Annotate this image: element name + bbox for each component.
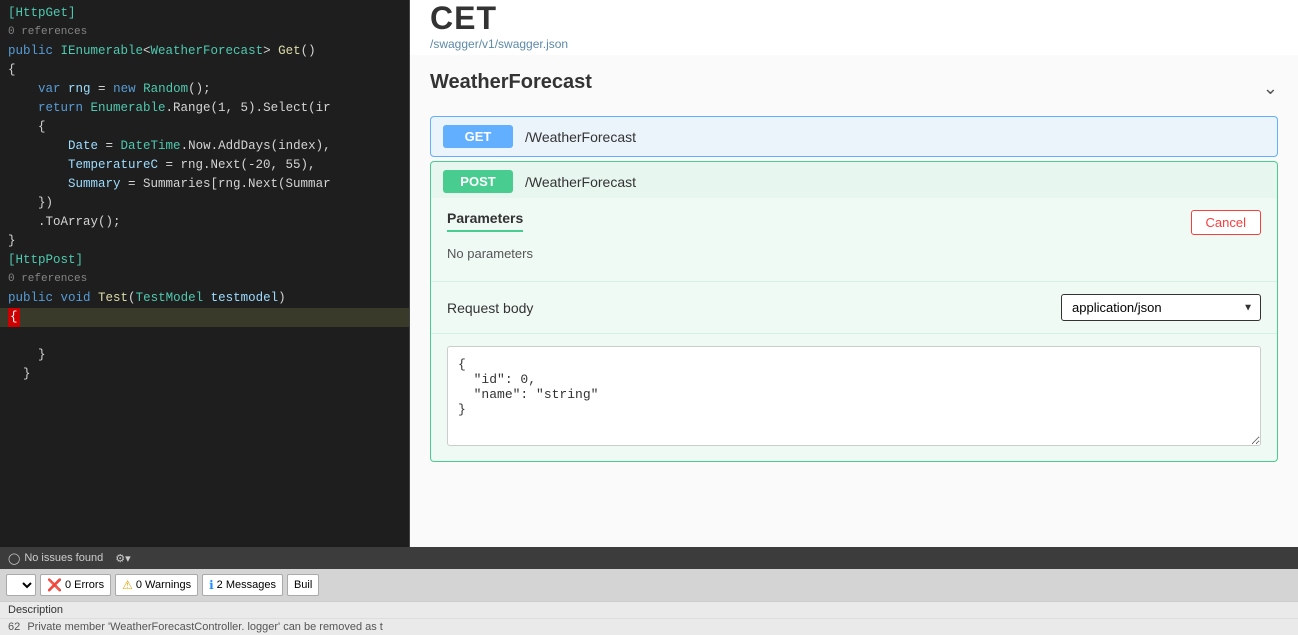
chevron-down-icon[interactable]: ⌄ [1263,78,1278,99]
bottom-section: ◯ No issues found ⚙ ▾ ❌ 0 Errors ⚠ 0 War… [0,547,1298,635]
post-endpoint-container: POST /WeatherForecast Parameters No para… [430,161,1278,462]
code-line: 0 references [0,270,409,289]
warning-icon: ⚠ [122,578,133,592]
post-method-badge: POST [443,170,513,193]
swagger-link[interactable]: /swagger/v1/swagger.json [430,37,568,51]
error-icon: ❌ [47,578,62,592]
build-tools-bar: ❌ 0 Errors ⚠ 0 Warnings ℹ 2 Messages Bui… [0,569,1298,601]
description-text: Private member 'WeatherForecastControlle… [27,621,383,633]
section-header: WeatherForecast ⌄ [430,71,1278,106]
description-content: 62 Private member 'WeatherForecastContro… [0,618,1298,635]
swagger-top: CET /swagger/v1/swagger.json [410,0,1298,55]
info-icon: ℹ [209,578,214,592]
json-body-section: { "id": 0, "name": "string" } [431,334,1277,461]
post-endpoint-path: /WeatherForecast [525,174,636,190]
gear-icon: ⚙ [115,552,125,565]
type: IEnumerable [61,42,144,61]
content-type-select[interactable]: application/json [1061,294,1261,321]
description-bar: Description [0,601,1298,618]
status-check-icon: ◯ [8,552,20,565]
code-line: } [0,346,409,365]
code-line [0,327,409,346]
parameters-tab[interactable]: Parameters [447,210,523,232]
request-body-label: Request body [447,300,533,316]
keyword: public [8,42,61,61]
code-line: } [0,232,409,251]
code-line: { [0,118,409,137]
gear-button[interactable]: ⚙ ▾ [111,551,134,566]
errors-text: 0 Errors [65,579,104,591]
code-line: return Enumerable.Range(1, 5).Select(ir [0,99,409,118]
request-body-row: Request body application/json [431,282,1277,334]
code-editor: [HttpGet] 0 references public IEnumerabl… [0,0,410,547]
build-dropdown[interactable] [6,574,36,596]
description-label: Description [8,604,63,616]
swagger-content: WeatherForecast ⌄ GET /WeatherForecast P… [410,55,1298,486]
post-expanded: Parameters No parameters Cancel Request … [430,198,1278,462]
code-line: [HttpGet] [0,4,409,23]
post-endpoint-row[interactable]: POST /WeatherForecast [430,161,1278,202]
line-number: 62 [8,621,20,633]
messages-badge[interactable]: ℹ 2 Messages [202,574,283,596]
no-issues-text: No issues found [24,552,103,564]
code-line: Summary = Summaries[rng.Next(Summar [0,175,409,194]
code-line: public IEnumerable<WeatherForecast> Get(… [0,42,409,61]
warnings-text: 0 Warnings [136,579,191,591]
messages-text: 2 Messages [217,579,276,591]
code-line: }) [0,194,409,213]
code-line: public void Test(TestModel testmodel) [0,289,409,308]
content-type-wrapper: application/json [1061,294,1261,321]
parameters-section: Parameters No parameters Cancel [431,198,1277,282]
code-line: { [0,61,409,80]
section-title: WeatherForecast [430,71,592,94]
code-line: } [0,365,409,384]
code-line: TemperatureC = rng.Next(-20, 55), [0,156,409,175]
warnings-badge[interactable]: ⚠ 0 Warnings [115,574,198,596]
cancel-button[interactable]: Cancel [1191,210,1261,235]
no-params-text: No parameters [447,242,533,269]
ref-text: 0 references [8,23,87,42]
annotation: [HttpGet] [8,4,76,23]
swagger-panel: CET /swagger/v1/swagger.json WeatherFore… [410,0,1298,547]
get-endpoint-row[interactable]: GET /WeatherForecast [430,116,1278,157]
json-body-textarea[interactable]: { "id": 0, "name": "string" } [447,346,1261,446]
cet-title: CET [430,2,1278,34]
status-bar: ◯ No issues found ⚙ ▾ [0,547,1298,569]
code-line: Date = DateTime.Now.AddDays(index), [0,137,409,156]
code-line: [HttpPost] [0,251,409,270]
get-method-badge: GET [443,125,513,148]
code-line: .ToArray(); [0,213,409,232]
code-line: var rng = new Random(); [0,80,409,99]
code-line: { [0,308,409,327]
code-line: 0 references [0,23,409,42]
get-endpoint-path: /WeatherForecast [525,129,636,145]
gear-arrow: ▾ [125,552,131,565]
build-button[interactable]: Buil [287,574,319,596]
errors-badge[interactable]: ❌ 0 Errors [40,574,111,596]
